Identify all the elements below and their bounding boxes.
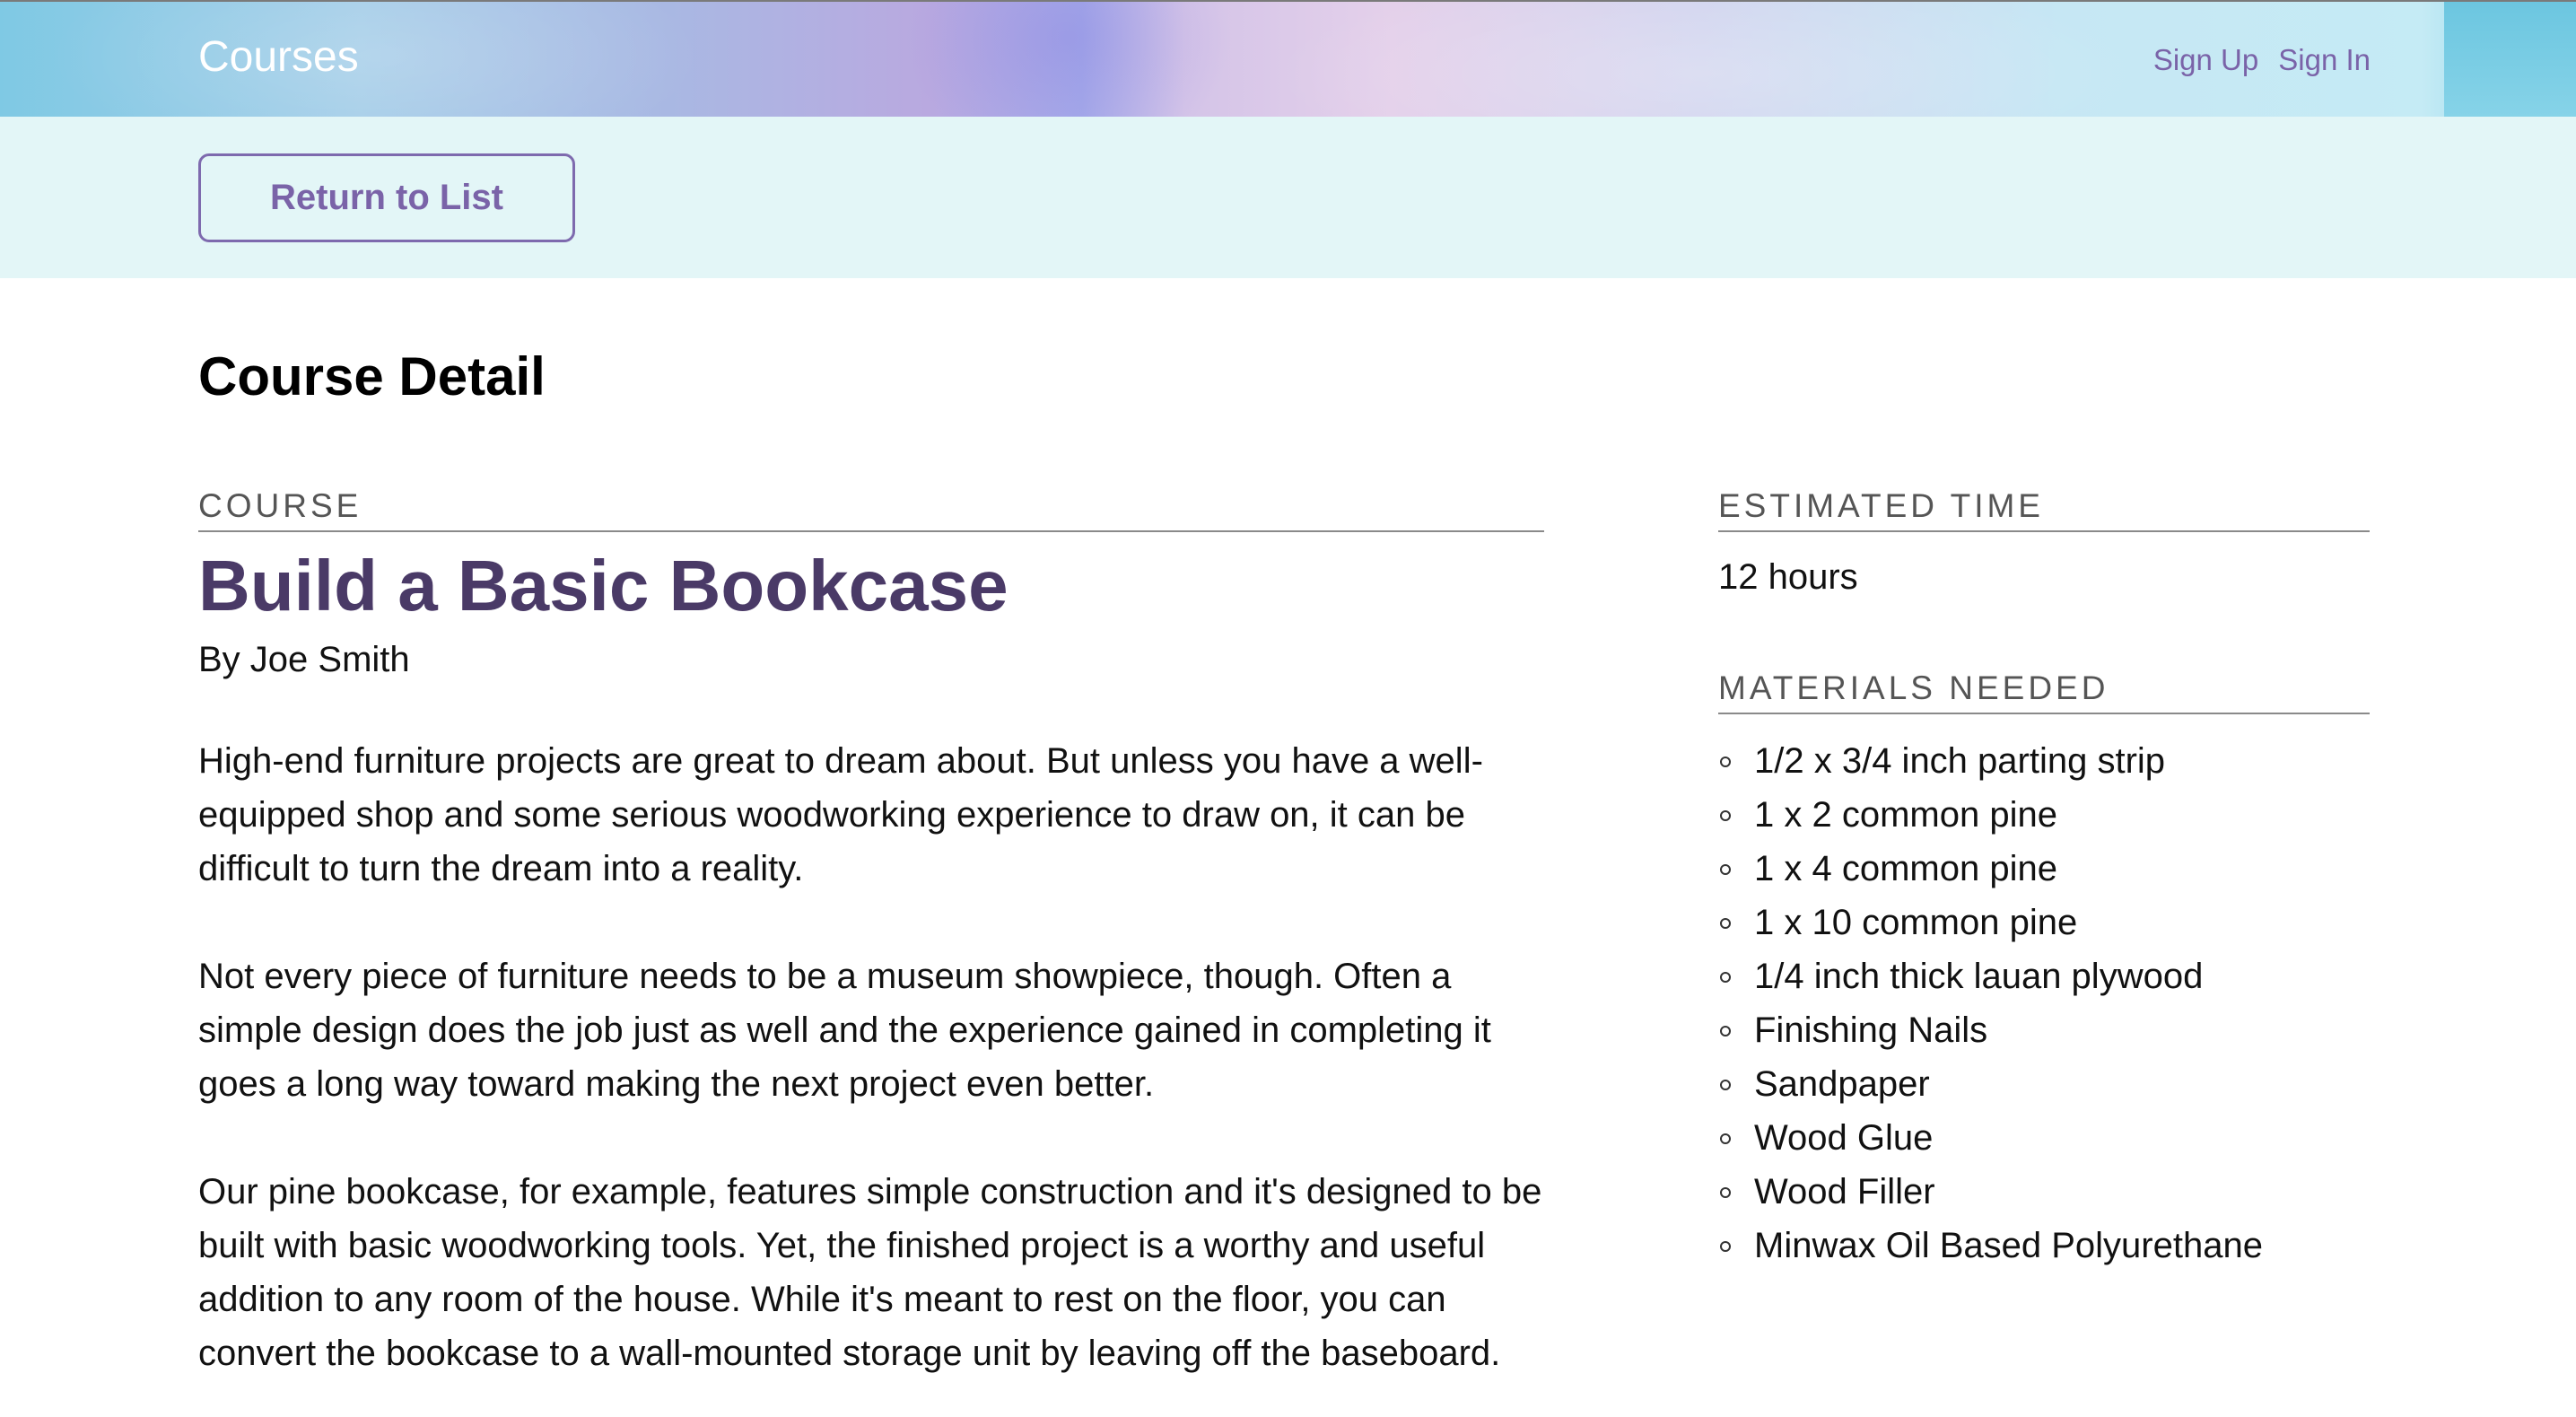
bullet-icon [1720, 1026, 1731, 1037]
bullet-icon [1720, 918, 1731, 929]
list-item: Wood Glue [1718, 1111, 2370, 1165]
bullet-icon [1720, 1080, 1731, 1090]
course-sidebar: ESTIMATED TIME 12 hours MATERIALS NEEDED… [1718, 487, 2370, 1273]
bullet-icon [1720, 1241, 1731, 1252]
list-item: Sandpaper [1718, 1057, 2370, 1111]
description-paragraph: High-end furniture projects are great to… [198, 741, 1483, 888]
action-bar: Return to List [0, 117, 2576, 278]
material-label: 1 x 4 common pine [1754, 849, 2057, 888]
course-description: High-end furniture projects are great to… [198, 734, 1544, 1380]
estimated-time-value: 12 hours [1718, 557, 1858, 597]
material-label: 1 x 10 common pine [1754, 903, 2078, 942]
list-item: Minwax Oil Based Polyurethane [1718, 1219, 2370, 1273]
material-label: Sandpaper [1754, 1064, 1930, 1104]
material-label: Wood Glue [1754, 1118, 1934, 1158]
list-item: 1 x 2 common pine [1718, 788, 2370, 842]
bullet-icon [1720, 972, 1731, 983]
materials-list: 1/2 x 3/4 inch parting strip 1 x 2 commo… [1718, 734, 2370, 1273]
list-item: 1 x 4 common pine [1718, 842, 2370, 896]
course-section-label: COURSE [198, 487, 1544, 532]
description-paragraph: Our pine bookcase, for example, features… [198, 1172, 1542, 1373]
sign-in-link[interactable]: Sign In [2278, 43, 2371, 77]
auth-nav: Sign Up Sign In [2153, 43, 2371, 77]
material-label: Finishing Nails [1754, 1010, 1988, 1050]
material-label: 1 x 2 common pine [1754, 795, 2057, 835]
return-to-list-button[interactable]: Return to List [198, 153, 575, 242]
site-header: Courses Sign Up Sign In [0, 0, 2576, 117]
bullet-icon [1720, 810, 1731, 821]
page-title: Course Detail [198, 346, 546, 407]
description-paragraph: Not every piece of furniture needs to be… [198, 957, 1491, 1104]
brand-link[interactable]: Courses [198, 32, 359, 82]
course-title: Build a Basic Bookcase [198, 546, 1009, 625]
course-author: By Joe Smith [198, 640, 410, 679]
materials-label: MATERIALS NEEDED [1718, 669, 2370, 714]
material-label: Wood Filler [1754, 1172, 1935, 1211]
course-main: COURSE Build a Basic Bookcase By Joe Smi… [198, 487, 1544, 1380]
list-item: 1/4 inch thick lauan plywood [1718, 949, 2370, 1003]
list-item: Wood Filler [1718, 1165, 2370, 1219]
material-label: Minwax Oil Based Polyurethane [1754, 1226, 2263, 1265]
bullet-icon [1720, 1133, 1731, 1144]
bullet-icon [1720, 757, 1731, 767]
material-label: 1/2 x 3/4 inch parting strip [1754, 741, 2166, 781]
material-label: 1/4 inch thick lauan plywood [1754, 957, 2204, 996]
sign-up-link[interactable]: Sign Up [2153, 43, 2258, 77]
estimated-time-label: ESTIMATED TIME [1718, 487, 2370, 532]
bullet-icon [1720, 1187, 1731, 1198]
list-item: Finishing Nails [1718, 1003, 2370, 1057]
bullet-icon [1720, 864, 1731, 875]
list-item: 1/2 x 3/4 inch parting strip [1718, 734, 2370, 788]
list-item: 1 x 10 common pine [1718, 896, 2370, 949]
